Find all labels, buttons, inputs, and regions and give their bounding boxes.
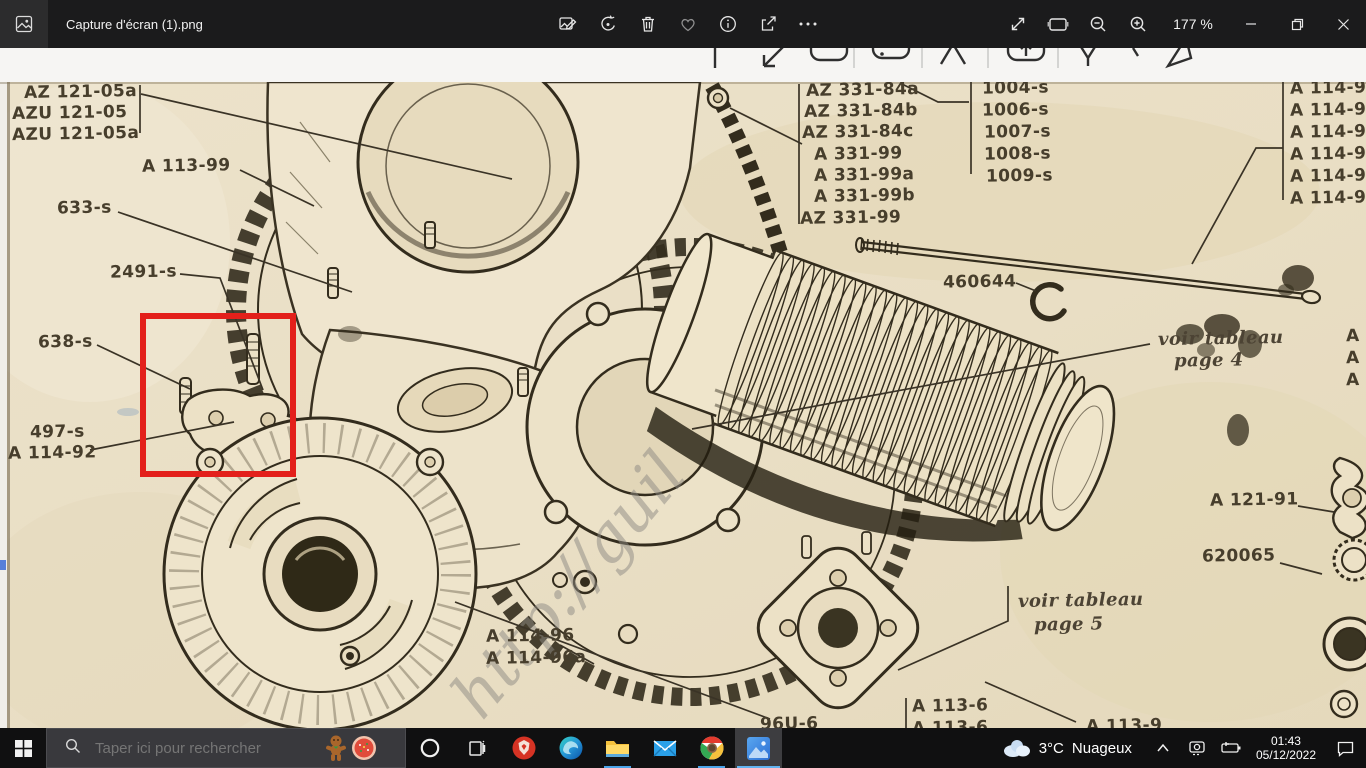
- edit-image-button[interactable]: [548, 0, 588, 48]
- tray-weather-condition: Nuageux: [1072, 740, 1132, 757]
- gingerbread-icon[interactable]: [324, 734, 348, 762]
- display-cast-icon[interactable]: [1180, 728, 1214, 768]
- embedded-toolbar-icons: [0, 48, 1366, 82]
- system-tray: 3°C Nuageux 01:43 05/12/2022: [987, 728, 1366, 768]
- highlight-box: [140, 313, 296, 477]
- funnel-icon: [1078, 48, 1098, 66]
- favorite-button[interactable]: [668, 0, 708, 48]
- share-button[interactable]: [748, 0, 788, 48]
- taskbar-search[interactable]: [46, 728, 406, 768]
- embedded-toolbar: [0, 48, 1366, 82]
- minimize-button[interactable]: [1228, 0, 1274, 48]
- hidden-icons-chevron[interactable]: [1146, 728, 1180, 768]
- battery-icon[interactable]: [1214, 728, 1248, 768]
- fit-to-window-icon[interactable]: [1038, 0, 1078, 48]
- notification-center-icon[interactable]: [1324, 728, 1366, 768]
- actual-size-icon[interactable]: [998, 0, 1038, 48]
- zoom-in-icon[interactable]: [1118, 0, 1158, 48]
- search-input[interactable]: [93, 739, 322, 758]
- edge-app-icon[interactable]: [547, 728, 594, 768]
- cookie-icon[interactable]: [350, 734, 378, 762]
- photos-app-taskbar-icon[interactable]: [735, 728, 782, 768]
- chrome-app-icon[interactable]: [688, 728, 735, 768]
- file-explorer-app-icon[interactable]: [594, 728, 641, 768]
- close-button[interactable]: [1320, 0, 1366, 48]
- windows-taskbar: 3°C Nuageux 01:43 05/12/2022: [0, 728, 1366, 768]
- more-options-button[interactable]: [788, 0, 828, 48]
- brave-app-icon[interactable]: [500, 728, 547, 768]
- rect-dot-icon: [873, 48, 909, 58]
- arrow-down-left-icon: [764, 48, 788, 66]
- delete-button[interactable]: [628, 0, 668, 48]
- quill-icon: [1168, 48, 1191, 66]
- mail-app-icon[interactable]: [641, 728, 688, 768]
- weather-widget[interactable]: 3°C Nuageux: [987, 738, 1146, 758]
- rounded-rect-icon: [811, 48, 847, 60]
- window-title: Capture d'écran (1).png: [66, 17, 203, 32]
- zoom-level: 177 %: [1158, 16, 1228, 32]
- taskbar-clock[interactable]: 01:43 05/12/2022: [1248, 734, 1324, 762]
- info-button[interactable]: [708, 0, 748, 48]
- cloud-icon: [1001, 738, 1031, 758]
- clock-time: 01:43: [1256, 734, 1316, 748]
- tick-icon: [1133, 48, 1138, 56]
- task-view-button[interactable]: [453, 728, 500, 768]
- tray-temperature: 3°C: [1039, 740, 1064, 757]
- zoom-out-icon[interactable]: [1078, 0, 1118, 48]
- search-icon: [65, 738, 81, 758]
- restore-button[interactable]: [1274, 0, 1320, 48]
- clock-date: 05/12/2022: [1256, 748, 1316, 762]
- cortana-button[interactable]: [406, 728, 453, 768]
- caret-up-icon: [941, 48, 965, 64]
- start-button[interactable]: [0, 728, 46, 768]
- photos-titlebar: Capture d'écran (1).png: [0, 0, 1366, 48]
- photos-app-icon: [0, 0, 48, 48]
- rotate-button[interactable]: [588, 0, 628, 48]
